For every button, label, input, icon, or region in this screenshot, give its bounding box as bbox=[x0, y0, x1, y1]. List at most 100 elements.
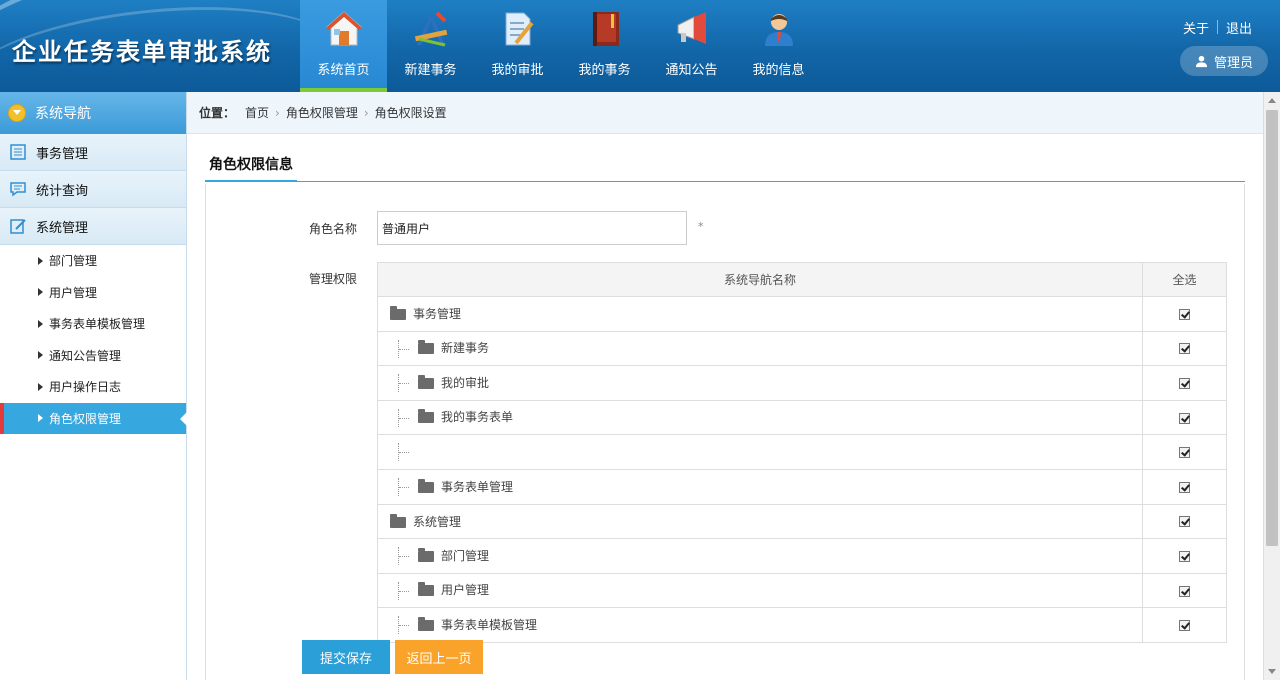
permission-name-cell: 系统管理 bbox=[377, 503, 1143, 540]
sidebar-item-label: 通知公告管理 bbox=[49, 348, 122, 363]
app-title: 企业任务表单审批系统 bbox=[12, 38, 272, 66]
nav-my-info[interactable]: 我的信息 bbox=[735, 0, 822, 92]
permission-name: 部门管理 bbox=[441, 548, 490, 563]
tree-connector bbox=[398, 478, 414, 497]
permission-name-cell: 用户管理 bbox=[377, 572, 1143, 609]
nav-my-tasks[interactable]: 我的事务 bbox=[561, 0, 648, 92]
permission-name: 我的审批 bbox=[441, 375, 490, 390]
permission-checkbox[interactable] bbox=[1179, 412, 1190, 424]
nav-label: 我的事务 bbox=[578, 63, 631, 78]
tree-connector bbox=[398, 408, 414, 427]
nav-label: 新建事务 bbox=[404, 63, 457, 78]
permission-select-cell bbox=[1142, 330, 1227, 367]
permission-name: 事务表单模板管理 bbox=[441, 617, 538, 632]
sidebar: 系统导航 事务管理 统计查询 系统管理 部门管理 用户管理 事务表单模板管理 通… bbox=[0, 92, 187, 680]
permission-name-cell: 我的事务表单 bbox=[377, 399, 1143, 436]
permission-checkbox[interactable] bbox=[1179, 550, 1190, 562]
scroll-down-icon[interactable] bbox=[1268, 669, 1276, 674]
breadcrumb-current: 角色权限设置 bbox=[374, 106, 447, 120]
main-content: 位置： 首页 › 角色权限管理 › 角色权限设置 角色权限信息 角色名称 * 管… bbox=[187, 92, 1263, 680]
permission-table: 系统导航名称 全选 事务管理新建事务我的审批我的事务表单事务表单管理系统管理部门… bbox=[377, 262, 1227, 643]
folder-icon bbox=[418, 340, 434, 355]
submit-button[interactable]: 提交保存 bbox=[302, 640, 390, 674]
nav-home[interactable]: 系统首页 bbox=[300, 0, 387, 92]
required-mark: * bbox=[698, 220, 704, 233]
permission-name: 用户管理 bbox=[441, 583, 490, 598]
table-row bbox=[377, 434, 1227, 470]
breadcrumb-role-permissions[interactable]: 角色权限管理 bbox=[286, 104, 358, 121]
sidebar-item-logs[interactable]: 用户操作日志 bbox=[0, 371, 186, 403]
table-row: 事务表单管理 bbox=[377, 468, 1227, 505]
permission-name: 新建事务 bbox=[441, 341, 490, 356]
permission-checkbox[interactable] bbox=[1179, 308, 1190, 320]
permission-checkbox[interactable] bbox=[1179, 377, 1190, 389]
scrollbar-thumb[interactable] bbox=[1266, 110, 1278, 546]
breadcrumb-home[interactable]: 首页 bbox=[245, 104, 269, 121]
permission-checkbox[interactable] bbox=[1179, 447, 1190, 459]
sidebar-item-notices[interactable]: 通知公告管理 bbox=[0, 340, 186, 372]
section-title: 角色权限信息 bbox=[205, 148, 297, 182]
nav-label: 我的审批 bbox=[491, 63, 544, 78]
sidebar-item-label: 角色权限管理 bbox=[49, 411, 122, 426]
role-name-label: 角色名称 bbox=[309, 222, 358, 236]
sidebar-group-affairs[interactable]: 事务管理 bbox=[0, 134, 186, 171]
permission-select-cell bbox=[1142, 503, 1227, 540]
tree-connector bbox=[398, 443, 414, 462]
permission-checkbox[interactable] bbox=[1179, 516, 1190, 528]
folder-icon bbox=[418, 547, 434, 562]
permission-name-cell bbox=[377, 434, 1143, 470]
table-row: 系统管理 bbox=[377, 503, 1227, 540]
permission-checkbox[interactable] bbox=[1179, 585, 1190, 597]
nav-notices[interactable]: 通知公告 bbox=[648, 0, 735, 92]
sidebar-item-users[interactable]: 用户管理 bbox=[0, 277, 186, 309]
sidebar-header[interactable]: 系统导航 bbox=[0, 92, 186, 134]
role-name-input[interactable] bbox=[377, 211, 687, 245]
edit-icon bbox=[10, 219, 26, 234]
user-menu-button[interactable]: 管理员 bbox=[1180, 46, 1268, 76]
table-header-row: 系统导航名称 全选 bbox=[377, 262, 1227, 297]
scroll-up-icon[interactable] bbox=[1268, 98, 1276, 103]
column-header-name: 系统导航名称 bbox=[377, 262, 1143, 297]
sidebar-item-role-permissions[interactable]: 角色权限管理 bbox=[0, 402, 187, 434]
permission-checkbox[interactable] bbox=[1179, 481, 1190, 493]
back-button[interactable]: 返回上一页 bbox=[395, 640, 483, 674]
caret-right-icon bbox=[38, 382, 43, 391]
sidebar-group-stats[interactable]: 统计查询 bbox=[0, 171, 186, 208]
permission-name-cell: 部门管理 bbox=[377, 538, 1143, 574]
caret-right-icon bbox=[38, 414, 43, 423]
permission-name-cell: 新建事务 bbox=[377, 330, 1143, 367]
sidebar-group-system[interactable]: 系统管理 bbox=[0, 208, 186, 245]
nav-my-approval[interactable]: 我的审批 bbox=[474, 0, 561, 92]
vertical-scrollbar[interactable] bbox=[1263, 92, 1280, 680]
sidebar-item-department[interactable]: 部门管理 bbox=[0, 245, 186, 277]
permission-name-cell: 事务管理 bbox=[377, 296, 1143, 332]
table-row: 事务表单模板管理 bbox=[377, 607, 1227, 643]
chat-icon bbox=[10, 182, 26, 197]
home-icon bbox=[325, 11, 362, 46]
sidebar-item-form-templates[interactable]: 事务表单模板管理 bbox=[0, 308, 186, 340]
book-icon bbox=[592, 12, 619, 46]
table-row: 新建事务 bbox=[377, 330, 1227, 367]
user-icon bbox=[1195, 55, 1208, 67]
section-divider bbox=[205, 181, 1245, 182]
table-row: 我的审批 bbox=[377, 365, 1227, 401]
logout-link[interactable]: 退出 bbox=[1218, 18, 1260, 37]
nav-new-task[interactable]: 新建事务 bbox=[387, 0, 474, 92]
permission-select-cell bbox=[1142, 365, 1227, 401]
permission-name: 我的事务表单 bbox=[441, 410, 514, 425]
sidebar-title: 系统导航 bbox=[35, 106, 91, 122]
permission-checkbox[interactable] bbox=[1179, 343, 1190, 355]
sidebar-item-label: 部门管理 bbox=[49, 254, 98, 269]
permission-name-cell: 我的审批 bbox=[377, 365, 1143, 401]
tree-connector bbox=[398, 581, 414, 600]
column-header-select-all[interactable]: 全选 bbox=[1142, 262, 1227, 297]
top-header: 企业任务表单审批系统 系统首页 新建事务 我的审批 我的事务 通知公告 我的信息… bbox=[0, 0, 1280, 92]
sidebar-item-label: 用户管理 bbox=[49, 285, 98, 300]
permission-checkbox[interactable] bbox=[1179, 620, 1190, 632]
permission-select-cell bbox=[1142, 468, 1227, 505]
caret-right-icon bbox=[38, 319, 43, 328]
permission-name-cell: 事务表单管理 bbox=[377, 468, 1143, 505]
permission-select-cell bbox=[1142, 434, 1227, 470]
about-link[interactable]: 关于 bbox=[1175, 18, 1217, 37]
permission-name: 系统管理 bbox=[413, 514, 462, 529]
